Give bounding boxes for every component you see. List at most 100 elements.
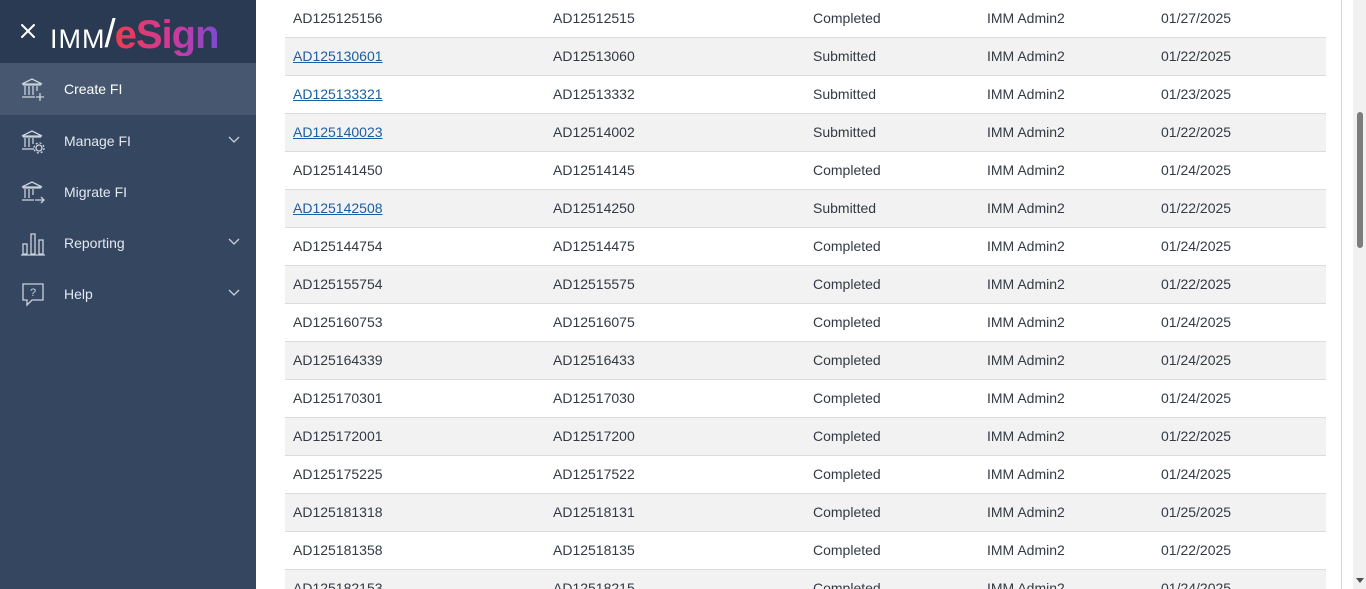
chevron-down-icon (228, 238, 240, 245)
request-id-cell: AD125141450 (293, 162, 383, 178)
document-id-cell: AD12518131 (553, 504, 635, 520)
request-id-cell: AD125181358 (293, 542, 383, 558)
table-row: AD125142508 AD12514250 Submitted IMM Admin2… (285, 190, 1326, 228)
request-id-cell: AD125155754 (293, 276, 383, 292)
date-cell: 01/25/2025 (1161, 504, 1232, 520)
sidebar-item-reporting[interactable]: Reporting (0, 217, 256, 268)
svg-text:?: ? (30, 287, 36, 299)
request-id-cell: AD125160753 (293, 314, 383, 330)
sidebar-item-create-fi[interactable]: Create FI (0, 63, 256, 115)
date-cell: 01/24/2025 (1161, 238, 1232, 254)
user-cell: IMM Admin2 (987, 86, 1065, 102)
table-row: AD125172001 AD12517200 Completed IMM Admin2… (285, 418, 1326, 456)
logo-slash: / (104, 12, 116, 56)
document-id-cell: AD12514475 (553, 238, 635, 254)
document-id-cell: AD12514145 (553, 162, 635, 178)
table-row: AD125181318 AD12518131 Completed IMM Admin2… (285, 494, 1326, 532)
chevron-down-icon (228, 136, 240, 143)
sidebar-item-label: Reporting (64, 234, 125, 251)
bar-chart-icon (21, 233, 45, 256)
fi-table: AD125125156 AD12512515 Completed IMM Admin2… (285, 0, 1326, 589)
bank-add-icon (21, 78, 44, 101)
request-id-link[interactable]: AD125142508 (293, 190, 383, 227)
status-cell: Completed (813, 542, 881, 558)
table-row: AD125170301 AD12517030 Completed IMM Admin2… (285, 380, 1326, 418)
logo-text-esign: eSign (114, 13, 220, 57)
status-cell: Completed (813, 10, 881, 26)
sidebar-item-manage-fi[interactable]: Manage FI (0, 115, 256, 166)
status-cell: Submitted (813, 200, 877, 216)
chevron-down-icon (228, 289, 240, 296)
request-id-cell: AD125125156 (293, 10, 383, 26)
status-cell: Completed (813, 238, 881, 254)
sidebar: IMM / eSign Create FI Manage FI Migrate … (0, 0, 256, 589)
main-content: AD125125156 AD12512515 Completed IMM Admin2… (256, 0, 1342, 589)
request-id-link[interactable]: AD125130601 (293, 38, 383, 75)
status-cell: Completed (813, 314, 881, 330)
date-cell: 01/22/2025 (1161, 200, 1232, 216)
status-cell: Submitted (813, 124, 877, 140)
user-cell: IMM Admin2 (987, 466, 1065, 482)
table-row: AD125144754 AD12514475 Completed IMM Admin2… (285, 228, 1326, 266)
document-id-cell: AD12516433 (553, 352, 635, 368)
table-row: AD125140023 AD12514002 Submitted IMM Admin2… (285, 114, 1326, 152)
document-id-cell: AD12517030 (553, 390, 635, 406)
date-cell: 01/22/2025 (1161, 124, 1232, 140)
status-cell: Completed (813, 276, 881, 292)
content-divider (1341, 0, 1342, 589)
user-cell: IMM Admin2 (987, 314, 1065, 330)
status-cell: Completed (813, 428, 881, 444)
request-id-cell: AD125144754 (293, 238, 383, 254)
status-cell: Completed (813, 580, 881, 589)
user-cell: IMM Admin2 (987, 276, 1065, 292)
status-cell: Completed (813, 466, 881, 482)
document-id-cell: AD12513332 (553, 86, 635, 102)
sidebar-item-label: Manage FI (64, 132, 131, 149)
vertical-scrollbar[interactable] (1353, 0, 1366, 589)
status-cell: Completed (813, 162, 881, 178)
user-cell: IMM Admin2 (987, 200, 1065, 216)
table-row: AD125175225 AD12517522 Completed IMM Admin2… (285, 456, 1326, 494)
user-cell: IMM Admin2 (987, 352, 1065, 368)
date-cell: 01/22/2025 (1161, 276, 1232, 292)
date-cell: 01/22/2025 (1161, 542, 1232, 558)
scroll-down-arrow-icon[interactable] (1356, 578, 1364, 583)
sidebar-item-label: Create FI (64, 81, 123, 97)
user-cell: IMM Admin2 (987, 428, 1065, 444)
table-row: AD125141450 AD12514145 Completed IMM Admin2… (285, 152, 1326, 190)
close-icon[interactable] (18, 21, 38, 41)
sidebar-item-migrate-fi[interactable]: Migrate FI (0, 166, 256, 217)
bank-gear-icon (21, 130, 45, 154)
user-cell: IMM Admin2 (987, 124, 1065, 140)
document-id-cell: AD12517200 (553, 428, 635, 444)
request-id-link[interactable]: AD125133321 (293, 76, 383, 113)
table-row: AD125182153 AD12518215 Completed IMM Admin2… (285, 570, 1326, 589)
request-id-cell: AD125175225 (293, 466, 383, 482)
user-cell: IMM Admin2 (987, 238, 1065, 254)
user-cell: IMM Admin2 (987, 504, 1065, 520)
date-cell: 01/23/2025 (1161, 86, 1232, 102)
date-cell: 01/27/2025 (1161, 10, 1232, 26)
table-row: AD125125156 AD12512515 Completed IMM Admin2… (285, 0, 1326, 38)
table-row: AD125155754 AD12515575 Completed IMM Admin2… (285, 266, 1326, 304)
document-id-cell: AD12515575 (553, 276, 635, 292)
sidebar-item-label: Migrate FI (64, 183, 128, 200)
status-cell: Submitted (813, 48, 877, 64)
request-id-link[interactable]: AD125140023 (293, 114, 383, 151)
logo-text-imm: IMM (50, 24, 106, 54)
help-icon: ? (22, 283, 44, 307)
document-id-cell: AD12518215 (553, 580, 635, 589)
app-logo[interactable]: IMM / eSign (50, 8, 220, 57)
date-cell: 01/24/2025 (1161, 466, 1232, 482)
table-row: AD125160753 AD12516075 Completed IMM Admin2… (285, 304, 1326, 342)
sidebar-item-help[interactable]: ? Help (0, 268, 256, 319)
scrollbar-thumb[interactable] (1357, 112, 1363, 248)
table-row: AD125181358 AD12518135 Completed IMM Admin2… (285, 532, 1326, 570)
date-cell: 01/24/2025 (1161, 352, 1232, 368)
sidebar-item-label: Help (64, 285, 93, 302)
date-cell: 01/22/2025 (1161, 428, 1232, 444)
sidebar-nav: Create FI Manage FI Migrate FI Reporting… (0, 63, 256, 319)
date-cell: 01/24/2025 (1161, 580, 1232, 589)
status-cell: Submitted (813, 86, 877, 102)
request-id-cell: AD125181318 (293, 504, 383, 520)
